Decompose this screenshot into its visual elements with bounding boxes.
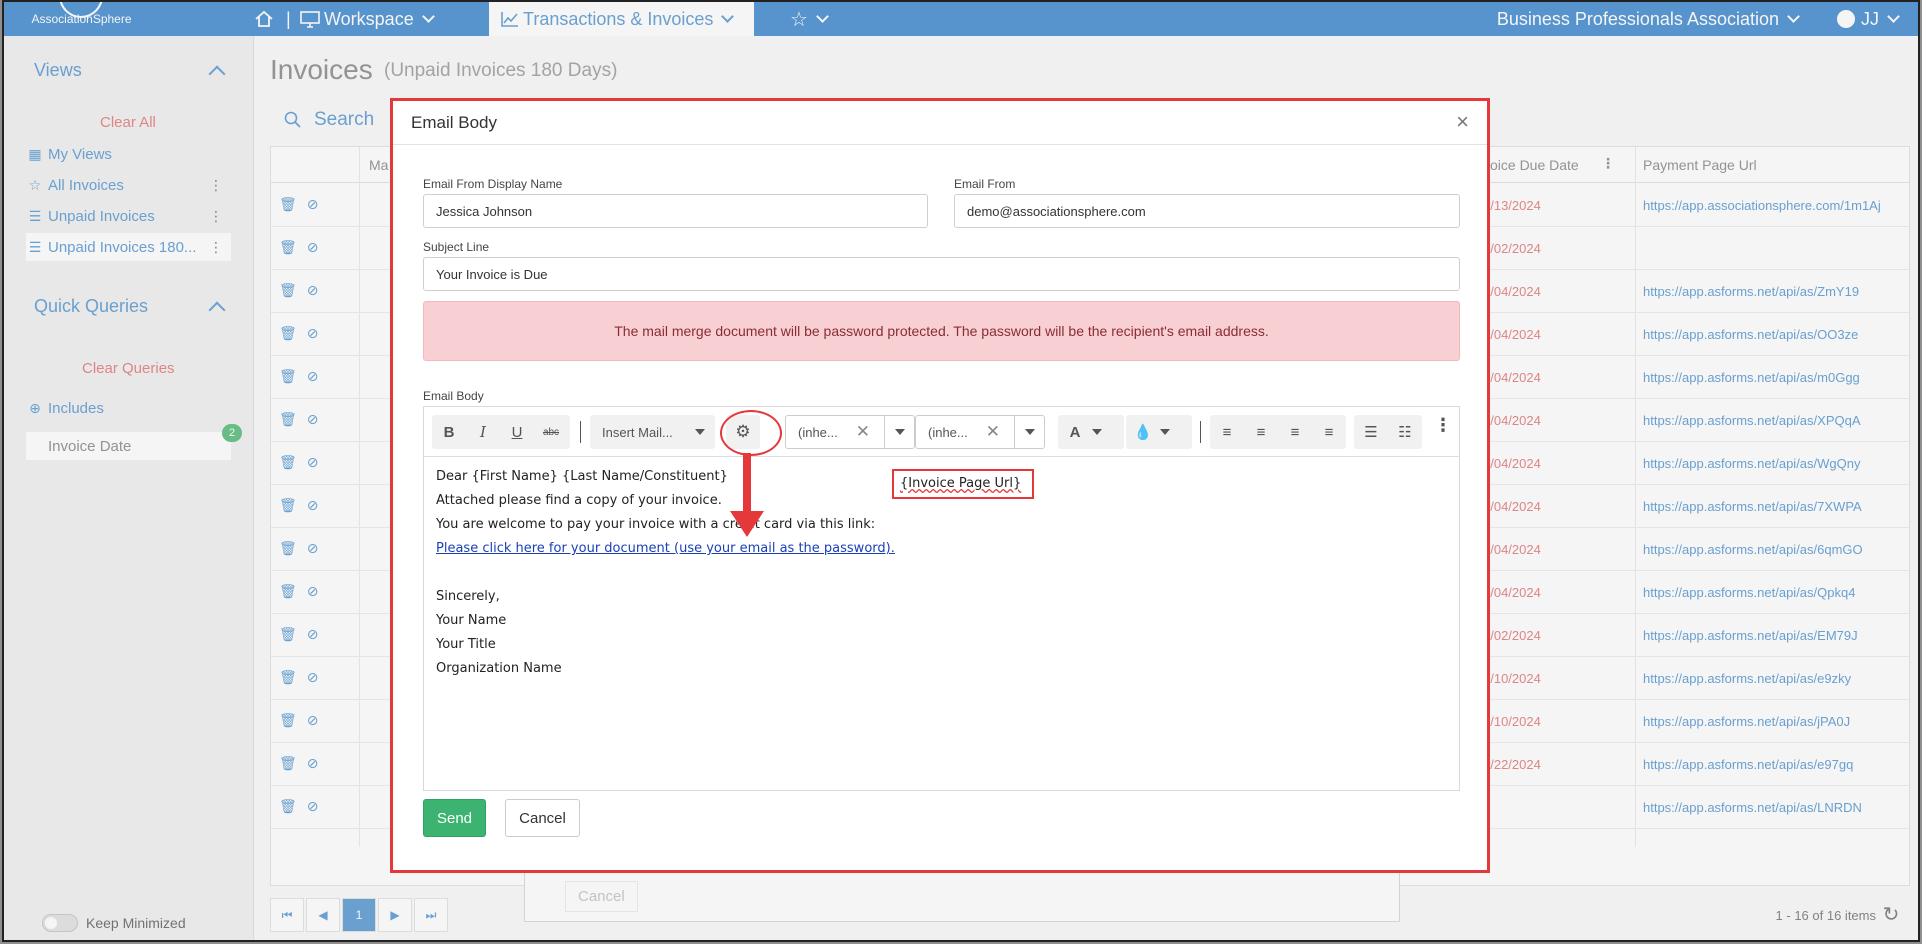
editor-toolbar: B I U abc Insert Mail... ⚙ (inhe... ✕ (i… [424,407,1459,457]
paint-drop-icon[interactable]: 💧 [1126,415,1160,449]
invoice-page-url-token[interactable]: {Invoice Page Url} [892,469,1034,499]
body-your-name: Your Name [436,613,507,628]
dropdown-arrow-icon[interactable] [1160,429,1170,435]
dropdown-arrow-icon[interactable] [1092,429,1102,435]
subject-field[interactable]: Your Invoice is Due [423,257,1460,291]
rich-text-editor: B I U abc Insert Mail... ⚙ (inhe... ✕ (i… [423,406,1460,791]
font-family-value: (inhe... [798,424,838,440]
email-body-dialog: Email Body × Email From Display Name Jes… [390,98,1490,873]
close-icon[interactable]: × [1456,109,1469,135]
font-color-icon[interactable]: A [1058,415,1092,449]
strikethrough-button[interactable]: abc [534,415,568,449]
underline-button[interactable]: U [500,415,534,449]
font-size-combo[interactable]: (inhe... ✕ [915,415,1045,449]
body-greeting: Dear {First Name} {Last Name/Constituent… [436,469,728,484]
font-family-combo[interactable]: (inhe... ✕ [785,415,915,449]
cancel-button[interactable]: Cancel [505,799,580,837]
from-name-field[interactable]: Jessica Johnson [423,194,928,228]
italic-button[interactable]: I [466,415,500,449]
align-right-icon[interactable]: ≡ [1278,415,1312,449]
annotation-arrow [743,453,751,513]
align-center-icon[interactable]: ≡ [1244,415,1278,449]
font-size-value: (inhe... [928,424,968,440]
list-group: ☰ ☷ [1354,415,1422,449]
background-color-group: 💧 [1126,415,1192,449]
dialog-header: Email Body × [393,101,1487,145]
body-org-name: Organization Name [436,661,562,676]
dropdown-arrow-icon[interactable] [884,416,914,448]
document-link[interactable]: Please click here for your document (use… [436,541,895,556]
font-color-group: A [1058,415,1124,449]
alert-text: The mail merge document will be password… [614,323,1269,339]
from-name-value: Jessica Johnson [436,203,533,219]
dropdown-arrow-icon[interactable] [1014,416,1044,448]
toolbar-divider [1200,421,1201,443]
email-from-field[interactable]: demo@associationsphere.com [954,194,1460,228]
annotation-arrow-head [730,511,764,537]
highlight-circle [720,410,782,456]
body-sincerely: Sincerely, [436,589,500,604]
clear-icon[interactable]: ✕ [856,422,870,442]
from-name-label: Email From Display Name [423,177,563,191]
bullet-list-icon[interactable]: ☰ [1354,415,1388,449]
dropdown-arrow-icon [695,429,705,435]
align-left-icon[interactable]: ≡ [1210,415,1244,449]
more-tools-icon[interactable]: ⋮ [1434,415,1452,436]
email-from-label: Email From [954,177,1016,191]
body-your-title: Your Title [436,637,496,652]
token-text: {Invoice Page Url} [900,476,1022,491]
bold-button[interactable]: B [432,415,466,449]
app-window: AssociationSphere | Workspace Transactio… [2,0,1920,942]
dialog-title: Email Body [411,113,497,132]
password-alert: The mail merge document will be password… [423,301,1460,361]
insert-mail-merge-dropdown[interactable]: Insert Mail... [590,415,715,449]
justify-icon[interactable]: ≡ [1312,415,1346,449]
subject-value: Your Invoice is Due [436,266,548,282]
format-group: B I U abc [432,415,570,449]
body-line-attached: Attached please find a copy of your invo… [436,493,722,508]
alignment-group: ≡ ≡ ≡ ≡ [1210,415,1346,449]
body-line-pay: You are welcome to pay your invoice with… [436,517,876,532]
toolbar-divider [580,421,581,443]
send-button[interactable]: Send [423,799,486,837]
email-from-value: demo@associationsphere.com [967,203,1146,219]
clear-icon[interactable]: ✕ [986,422,1000,442]
email-body-label: Email Body [423,389,484,403]
subject-label: Subject Line [423,240,490,254]
numbered-list-icon[interactable]: ☷ [1388,415,1422,449]
insert-mail-label: Insert Mail... [602,424,673,440]
